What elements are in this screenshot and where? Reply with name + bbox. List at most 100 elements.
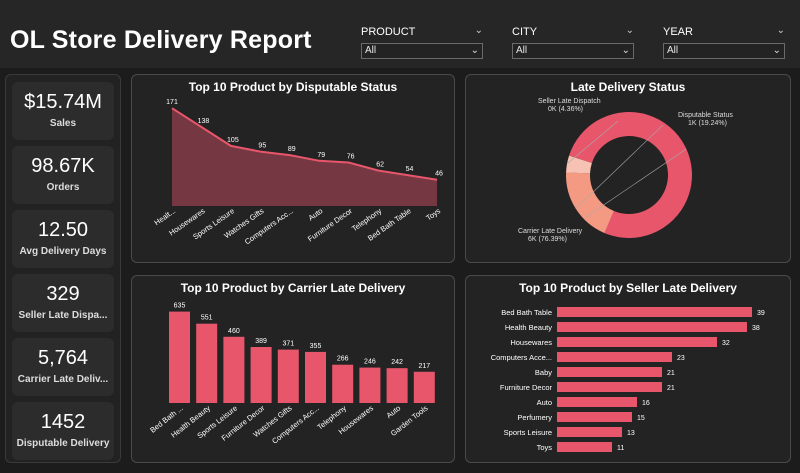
bar bbox=[196, 323, 218, 403]
data-label: 46 bbox=[435, 171, 443, 178]
data-label: 171 bbox=[166, 99, 178, 106]
year-select-value: All bbox=[667, 45, 679, 56]
disputable-area-chart: 171Healt...138Housewares105Sports Leisur… bbox=[153, 99, 443, 246]
slice-name-label: Disputable Status bbox=[678, 112, 733, 119]
kpi-card-seller-late-dispatch: 329 Seller Late Dispa... bbox=[12, 274, 114, 332]
chevron-down-icon[interactable]: ⌄ bbox=[777, 25, 785, 36]
product-slicer-label: PRODUCT bbox=[361, 26, 416, 38]
chevron-down-icon[interactable]: ⌄ bbox=[471, 44, 479, 58]
kpi-label: Avg Delivery Days bbox=[19, 246, 107, 257]
bar bbox=[250, 347, 272, 403]
kpi-value: 329 bbox=[46, 283, 80, 305]
carrier-late-bar-chart-panel: Top 10 Product by Carrier Late Delivery … bbox=[131, 275, 455, 463]
seller-late-bar-chart-panel: Top 10 Product by Seller Late Delivery B… bbox=[465, 275, 791, 463]
data-label: 39 bbox=[757, 310, 765, 317]
bar bbox=[332, 364, 354, 403]
kpi-card-carrier-late-delivery: 5,764 Carrier Late Deliv... bbox=[12, 338, 114, 396]
data-label: 246 bbox=[364, 359, 376, 366]
kpi-label: Carrier Late Deliv... bbox=[17, 374, 109, 385]
city-slicer-label: CITY bbox=[512, 26, 538, 38]
bar bbox=[557, 322, 747, 332]
year-slicer-label: YEAR bbox=[663, 26, 693, 38]
x-tick-label: Computers Acc... bbox=[270, 403, 321, 445]
kpi-label: Seller Late Dispa... bbox=[18, 310, 108, 321]
kpi-value: 1452 bbox=[40, 411, 86, 433]
bar bbox=[557, 337, 717, 347]
seller-late-bar-chart: Bed Bath Table 39 Health Beauty 38 Houseware… bbox=[491, 307, 765, 452]
data-label: 138 bbox=[198, 118, 210, 125]
data-label: 551 bbox=[201, 315, 213, 322]
city-select-value: All bbox=[516, 45, 528, 56]
data-label: 32 bbox=[722, 340, 730, 347]
bar bbox=[386, 368, 408, 403]
carrier-late-bar-chart: 635Bed Bath ...551Health Beauty460Sports… bbox=[148, 303, 435, 446]
x-tick-label: Auto bbox=[385, 403, 403, 420]
y-tick-label: Health Beauty bbox=[505, 323, 552, 332]
product-select[interactable]: All ⌄ bbox=[361, 43, 483, 59]
data-label: 371 bbox=[282, 341, 294, 348]
year-slicer[interactable]: YEAR ⌄ All ⌄ bbox=[663, 25, 785, 59]
disputable-area-chart-panel: Top 10 Product by Disputable Status 171 H… bbox=[131, 74, 455, 263]
chevron-down-icon[interactable]: ⌄ bbox=[475, 25, 483, 36]
city-select[interactable]: All ⌄ bbox=[512, 43, 634, 59]
y-tick-label: Baby bbox=[535, 368, 552, 377]
kpi-value: 98.67K bbox=[31, 155, 95, 177]
data-label: 21 bbox=[667, 385, 675, 392]
bar bbox=[305, 351, 326, 403]
bar bbox=[557, 442, 612, 452]
data-label: 635 bbox=[174, 303, 186, 310]
city-slicer[interactable]: CITY ⌄ All ⌄ bbox=[512, 25, 634, 59]
y-tick-label: Perfumery bbox=[517, 413, 552, 422]
kpi-column: $15.74M Sales 98.67K Orders 12.50 Avg De… bbox=[5, 74, 121, 463]
data-label: 389 bbox=[255, 338, 267, 345]
data-label: 355 bbox=[310, 343, 322, 350]
data-label: 23 bbox=[677, 355, 685, 362]
kpi-value: 5,764 bbox=[37, 347, 89, 369]
kpi-card-sales: $15.74M Sales bbox=[12, 82, 114, 140]
slice-name-label: Seller Late Dispatch bbox=[538, 98, 601, 105]
slice-value-label: 0K (4.36%) bbox=[548, 106, 583, 113]
data-label: 21 bbox=[667, 370, 675, 377]
data-label: 54 bbox=[406, 166, 414, 173]
y-tick-label: Toys bbox=[537, 443, 553, 452]
late-delivery-donut-chart: Carrier Late Delivery6K (76.39%) Disputab… bbox=[518, 98, 733, 243]
bar bbox=[557, 412, 632, 422]
data-label: 217 bbox=[418, 363, 430, 370]
y-tick-label: Bed Bath Table bbox=[501, 308, 552, 317]
product-slicer[interactable]: PRODUCT ⌄ All ⌄ bbox=[361, 25, 483, 59]
chevron-down-icon[interactable]: ⌄ bbox=[773, 44, 781, 58]
x-tick-label: Healt... bbox=[153, 206, 178, 227]
slice-name-label: Carrier Late Delivery bbox=[518, 228, 583, 235]
x-tick-label: Auto bbox=[307, 206, 325, 222]
slice-value-label: 6K (76.39%) bbox=[528, 236, 567, 243]
kpi-card-avg-delivery-days: 12.50 Avg Delivery Days bbox=[12, 210, 114, 268]
y-tick-label: Computers Acce... bbox=[491, 353, 552, 362]
data-label: 266 bbox=[337, 356, 349, 363]
bar bbox=[557, 367, 662, 377]
kpi-card-disputable-delivery: 1452 Disputable Delivery bbox=[12, 402, 114, 460]
data-label: 13 bbox=[627, 430, 635, 437]
year-select[interactable]: All ⌄ bbox=[663, 43, 785, 59]
chevron-down-icon[interactable]: ⌄ bbox=[622, 44, 630, 58]
bar bbox=[277, 349, 299, 403]
data-label: 95 bbox=[258, 143, 266, 150]
data-label: 16 bbox=[642, 400, 650, 407]
y-tick-label: Furniture Decor bbox=[500, 383, 553, 392]
kpi-value: $15.74M bbox=[24, 91, 102, 113]
data-label: 15 bbox=[637, 415, 645, 422]
bar bbox=[557, 427, 622, 437]
bar bbox=[557, 382, 662, 392]
kpi-card-orders: 98.67K Orders bbox=[12, 146, 114, 204]
data-label: 11 bbox=[617, 445, 624, 452]
bar bbox=[557, 397, 637, 407]
kpi-value: 12.50 bbox=[37, 219, 89, 241]
chevron-down-icon[interactable]: ⌄ bbox=[626, 25, 634, 36]
report-header: OL Store Delivery Report PRODUCT ⌄ All ⌄… bbox=[0, 0, 800, 68]
product-select-value: All bbox=[365, 45, 377, 56]
kpi-label: Disputable Delivery bbox=[16, 438, 110, 449]
slice-value-label: 1K (19.24%) bbox=[688, 120, 727, 127]
report-title: OL Store Delivery Report bbox=[10, 26, 312, 54]
bar bbox=[169, 311, 190, 403]
x-tick-label: Toys bbox=[424, 206, 442, 222]
kpi-label: Sales bbox=[49, 118, 77, 129]
